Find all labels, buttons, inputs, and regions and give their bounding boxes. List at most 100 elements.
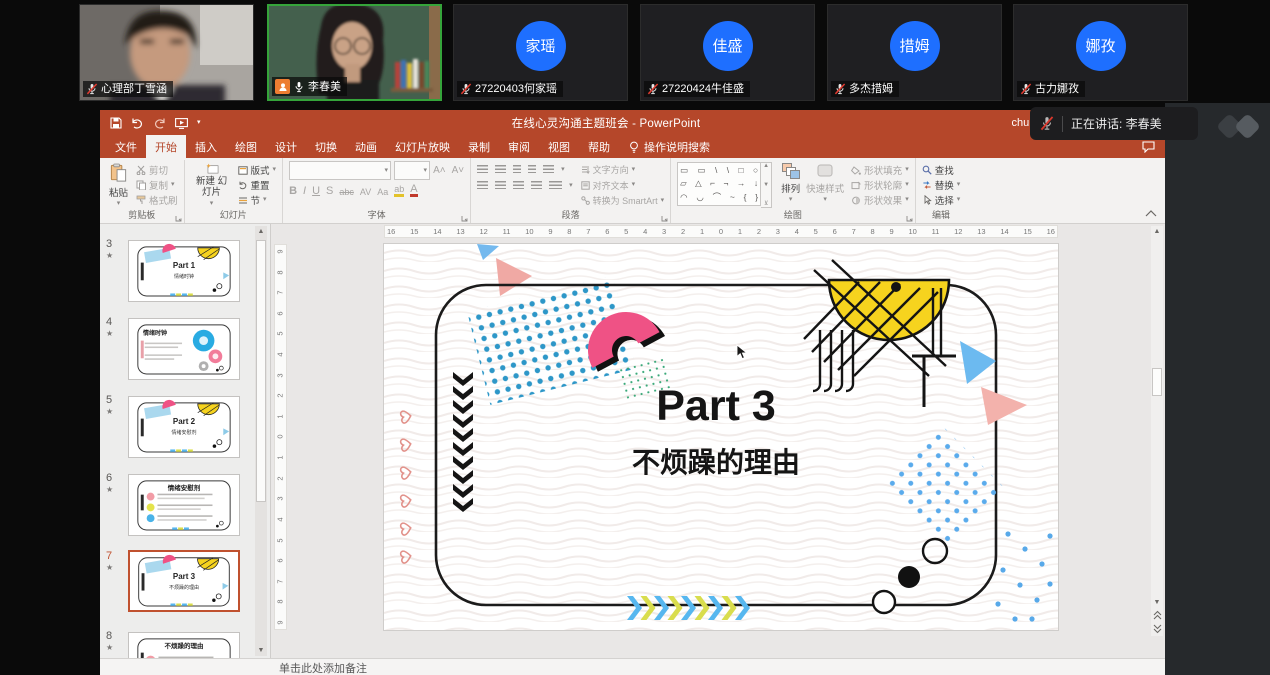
notes-placeholder[interactable]: 单击此处添加备注	[279, 660, 367, 675]
comments-icon[interactable]	[1142, 141, 1155, 153]
ppt-menubar: 文件 开始 插入 绘图 设计 切换 动画 幻灯片放映 录制 审阅 视图 帮助 操…	[100, 136, 1165, 158]
font-size-select[interactable]: ▾	[394, 161, 430, 180]
avatar: 娜孜	[1076, 21, 1126, 71]
font-name-select[interactable]: ▾	[289, 161, 391, 180]
arrange-button[interactable]: 排列▾	[778, 161, 803, 209]
tab-slideshow[interactable]: 幻灯片放映	[386, 135, 459, 160]
increase-indent-button[interactable]	[528, 165, 536, 174]
replace-button[interactable]: 替换▾	[922, 178, 961, 192]
participant-tile[interactable]: 佳盛 27220424牛佳盛	[640, 4, 815, 101]
slide-title[interactable]: Part 3	[436, 382, 996, 431]
tab-help[interactable]: 帮助	[579, 135, 619, 160]
section-button[interactable]: 节▾	[238, 193, 277, 207]
dialog-launcher-icon[interactable]	[461, 215, 468, 222]
grow-font-button[interactable]: A˄	[433, 165, 446, 176]
select-button[interactable]: 选择▾	[922, 193, 961, 207]
bullets-button[interactable]	[477, 165, 488, 174]
underline-button[interactable]: U	[312, 185, 320, 197]
slide-thumbnail[interactable]: 不烦躁的理由	[128, 632, 240, 658]
tab-draw[interactable]: 绘图	[226, 135, 266, 160]
divider	[1062, 116, 1063, 132]
slide-thumbnail[interactable]: 情绪时钟	[128, 318, 240, 380]
strikethrough-button[interactable]: abc	[339, 187, 354, 197]
redo-icon[interactable]	[153, 118, 166, 129]
tab-insert[interactable]: 插入	[186, 135, 226, 160]
tab-record[interactable]: 录制	[459, 135, 499, 160]
align-right-button[interactable]	[513, 181, 524, 190]
thumbnail-scrollbar[interactable]: ▲ ▼	[255, 226, 267, 656]
scroll-down-icon[interactable]: ▼	[1151, 599, 1163, 606]
shape-gallery-scroll[interactable]: ▲▼⊻	[761, 162, 772, 208]
columns-button[interactable]	[549, 181, 562, 190]
shape-effects-button[interactable]: 形状效果▾	[851, 193, 909, 207]
participant-tile[interactable]: 措姆 多杰措姆	[827, 4, 1002, 101]
start-slideshow-icon[interactable]	[175, 118, 188, 129]
notes-pane[interactable]: 单击此处添加备注	[100, 658, 1165, 675]
text-shadow-button[interactable]: S	[326, 185, 333, 197]
copy-button[interactable]: 复制▾	[136, 178, 178, 192]
dialog-launcher-icon[interactable]	[175, 215, 182, 222]
previous-slide-icon[interactable]	[1153, 610, 1162, 620]
reset-button[interactable]: 重置	[238, 178, 277, 192]
tab-animations[interactable]: 动画	[346, 135, 386, 160]
editor-scrollbar[interactable]: ▲ ▼	[1151, 226, 1163, 636]
new-slide-button[interactable]: 新建 幻灯片▾	[191, 161, 233, 209]
slide-subtitle[interactable]: 不烦躁的理由	[436, 441, 996, 481]
tab-transitions[interactable]: 切换	[306, 135, 346, 160]
scrollbar-thumb[interactable]	[256, 240, 266, 502]
decrease-indent-button[interactable]	[513, 165, 521, 174]
slide-canvas[interactable]: Part 3 不烦躁的理由	[384, 244, 1058, 630]
numbering-button[interactable]	[495, 165, 506, 174]
scroll-down-icon[interactable]: ▼	[255, 647, 267, 654]
scrollbar-thumb[interactable]	[1152, 368, 1162, 396]
dialog-launcher-icon[interactable]	[661, 215, 668, 222]
slide-thumbnail[interactable]: 情绪安慰剂	[128, 474, 240, 536]
cut-button[interactable]: 剪切	[136, 163, 178, 177]
shrink-font-button[interactable]: A˅	[452, 165, 465, 176]
save-icon[interactable]	[110, 117, 122, 129]
next-slide-icon[interactable]	[1153, 624, 1162, 634]
tell-me-search[interactable]: 操作说明搜索	[629, 139, 710, 155]
slide-thumbnail[interactable]: Part 2 情绪安慰剂	[128, 396, 240, 458]
undo-icon[interactable]	[131, 118, 144, 129]
scroll-up-icon[interactable]: ▲	[1151, 228, 1163, 235]
text-direction-icon	[581, 165, 590, 174]
align-center-button[interactable]	[495, 181, 506, 190]
align-text-button[interactable]: 对齐文本▾	[581, 179, 665, 192]
text-direction-button[interactable]: 文字方向▾	[581, 163, 665, 176]
tab-file[interactable]: 文件	[106, 135, 146, 160]
shape-outline-button[interactable]: 形状轮廓▾	[851, 178, 909, 192]
justify-button[interactable]	[531, 181, 542, 190]
convert-smartart-button[interactable]: 转换为 SmartArt▾	[581, 194, 665, 207]
font-color-button[interactable]: A	[410, 184, 417, 197]
find-button[interactable]: 查找	[922, 163, 961, 177]
align-left-button[interactable]	[477, 181, 488, 190]
quick-styles-icon	[816, 163, 834, 179]
line-spacing-button[interactable]	[543, 165, 554, 174]
participant-tile[interactable]: 娜孜 古力娜孜	[1013, 4, 1188, 101]
tab-design[interactable]: 设计	[266, 135, 306, 160]
format-painter-button[interactable]: 格式刷	[136, 193, 178, 207]
bold-button[interactable]: B	[289, 185, 297, 197]
participant-name: 27220424牛佳盛	[662, 83, 744, 95]
dialog-launcher-icon[interactable]	[906, 215, 913, 222]
collapse-ribbon-icon[interactable]	[1145, 210, 1157, 217]
scroll-up-icon[interactable]: ▲	[255, 228, 267, 235]
italic-button[interactable]: I	[303, 185, 306, 197]
shape-gallery[interactable]: ▭▭\\□○▱△⌐¬→↓◠◡⌒~{}	[677, 162, 761, 206]
participant-tile[interactable]: 心理部丁雪涵	[79, 4, 254, 101]
tab-home[interactable]: 开始	[146, 135, 186, 160]
quick-styles-button[interactable]: 快速样式▾	[803, 161, 847, 209]
slide-thumbnail[interactable]: Part 1 情绪时钟	[128, 240, 240, 302]
highlight-color-button[interactable]: ab	[394, 184, 404, 197]
layout-button[interactable]: 版式▾	[238, 163, 277, 177]
paste-button[interactable]: 粘贴▾	[106, 161, 131, 209]
participant-tile[interactable]: 李春美	[267, 4, 442, 101]
change-case-button[interactable]: Aa	[377, 187, 388, 197]
tab-review[interactable]: 审阅	[499, 135, 539, 160]
participant-tile[interactable]: 家瑶 27220403何家瑶	[453, 4, 628, 101]
shape-fill-button[interactable]: 形状填充▾	[851, 163, 909, 177]
tab-view[interactable]: 视图	[539, 135, 579, 160]
slide-thumbnail-selected[interactable]: Part 3 不烦躁的理由	[128, 550, 240, 612]
character-spacing-button[interactable]: AV	[360, 187, 371, 197]
